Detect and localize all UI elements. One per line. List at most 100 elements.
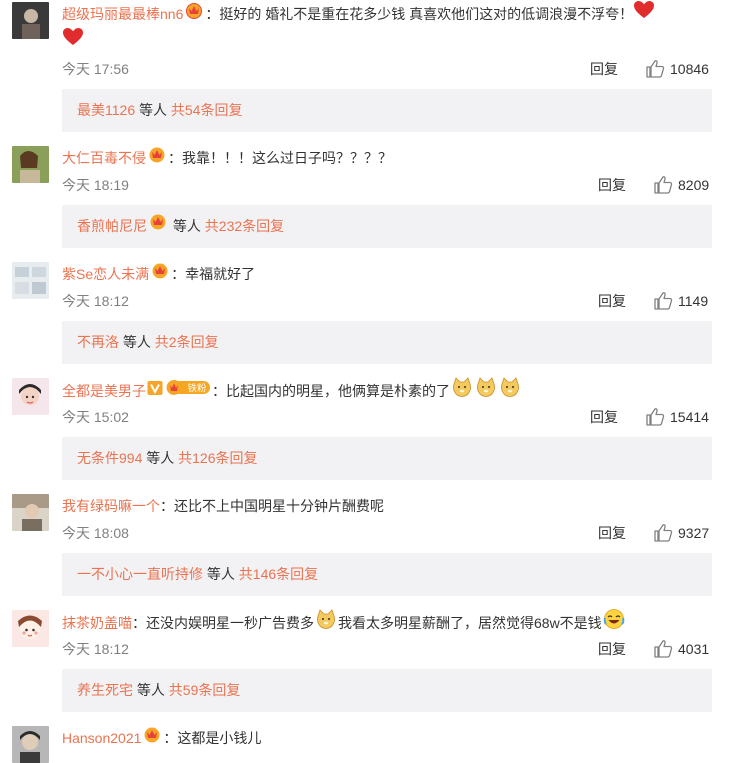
like-count: 15414 (670, 409, 709, 425)
separator: ： (132, 615, 146, 632)
doge-emoji-icon (451, 376, 473, 405)
sub-reply-total[interactable]: 共54条回复 (171, 102, 243, 118)
comment-meta: 今天 15:02 回复 15414 (62, 407, 712, 427)
sub-replies-bar[interactable]: 最美1126 等人 共54条回复 (62, 89, 712, 132)
comment-time: 今天 18:12 (62, 641, 129, 657)
heart-icon (633, 0, 655, 27)
sub-reply-total[interactable]: 共59条回复 (169, 682, 241, 698)
svg-text:铁粉: 铁粉 (187, 383, 207, 395)
thumbs-up-icon[interactable] (645, 59, 665, 79)
reply-button[interactable]: 回复 (598, 639, 626, 659)
comment-time: 今天 18:12 (62, 293, 129, 309)
comment-body: 挺好的 婚礼不是重在花多少钱 真喜欢他们这对的低调浪漫不浮夸！ (219, 6, 634, 23)
sub-reply-total[interactable]: 共126条回复 (178, 450, 257, 466)
vip-crown-icon (184, 1, 204, 26)
comment-meta: 今天 18:12 回复 4031 (62, 639, 712, 659)
comment-text-line: 全都是美男子 铁粉 ：比起国内的明星，他俩算是朴素的了 (62, 376, 702, 407)
thumbs-up-icon[interactable] (653, 291, 673, 311)
sub-reply-mid: 等人 (133, 682, 169, 698)
sub-reply-mid: 等人 (135, 102, 171, 118)
comment-meta: 今天 17:56 回复 10846 (62, 59, 712, 79)
vip-crown-icon (147, 145, 167, 170)
sub-reply-user[interactable]: 无条件994 (77, 450, 142, 466)
sub-reply-total[interactable]: 共2条回复 (155, 334, 219, 350)
comment-meta: 今天 18:19 回复 8209 (62, 175, 712, 195)
comment-body: 还没内娱明星一秒广告费多 (146, 615, 314, 632)
doge-emoji-icon (315, 608, 337, 637)
sub-reply-user[interactable]: 养生死宅 (77, 682, 133, 698)
comment-meta: 今天 18:08 回复 9327 (62, 523, 712, 543)
sub-reply-mid: 等人 (203, 566, 239, 582)
heart-icon (62, 27, 84, 54)
comment-username[interactable]: Hanson2021 (62, 730, 141, 746)
laugh-cry-emoji-icon (603, 608, 625, 637)
thumbs-up-icon[interactable] (653, 175, 673, 195)
avatar[interactable] (12, 494, 49, 531)
vip-crown-icon (148, 204, 168, 247)
sub-reply-user[interactable]: 一不小心一直听持修 (77, 566, 203, 582)
comment-text-line: 紫Se恋人未满 ：幸福就好了 (62, 262, 702, 288)
like-count: 10846 (670, 61, 709, 77)
sub-reply-total[interactable]: 共146条回复 (239, 566, 318, 582)
separator: ： (205, 6, 220, 23)
vip-crown-icon (142, 725, 162, 750)
comment-time: 今天 15:02 (62, 409, 129, 425)
comment-feed: 超级玛丽最最棒nn6 ：挺好的 婚礼不是重在花多少钱 真喜欢他们这对的低调浪漫不浮… (0, 0, 749, 763)
comment-text-line: Hanson2021 ：这都是小钱儿 (62, 726, 702, 752)
comment-username[interactable]: 我有绿码嘛一个 (62, 498, 160, 514)
comment-text-line: 大仁百毒不侵 ：我靠！！！这么过日子吗？？？？ (62, 146, 702, 172)
sub-reply-mid: 等人 (169, 218, 205, 234)
sub-replies-bar[interactable]: 香煎帕尼尼 等人 共232条回复 (62, 205, 712, 248)
avatar[interactable] (12, 610, 49, 647)
separator: ： (160, 498, 174, 514)
sub-reply-mid: 等人 (142, 450, 179, 466)
comment-username[interactable]: 紫Se恋人未满 (62, 266, 149, 282)
reply-button[interactable]: 回复 (598, 523, 626, 543)
sub-replies-bar[interactable]: 一不小心一直听持修 等人 共146条回复 (62, 553, 712, 596)
comment-username[interactable]: 大仁百毒不侵 (62, 150, 146, 166)
thumbs-up-icon[interactable] (645, 407, 665, 427)
comment-text-line: 超级玛丽最最棒nn6 ：挺好的 婚礼不是重在花多少钱 真喜欢他们这对的低调浪漫不浮… (62, 0, 702, 56)
avatar[interactable] (12, 262, 49, 299)
reply-button[interactable]: 回复 (598, 291, 626, 311)
like-count: 8209 (678, 177, 710, 193)
comment-time: 今天 18:19 (62, 177, 129, 193)
sub-reply-mid: 等人 (119, 334, 155, 350)
avatar[interactable] (12, 2, 49, 39)
comment-username[interactable]: 超级玛丽最最棒nn6 (62, 6, 183, 22)
doge-emoji-icon (499, 376, 521, 405)
reply-button[interactable]: 回复 (590, 407, 618, 427)
sub-reply-user[interactable]: 不再洛 (77, 334, 119, 350)
thumbs-up-icon[interactable] (653, 639, 673, 659)
comment-time: 今天 18:08 (62, 525, 129, 541)
thumbs-up-icon[interactable] (653, 523, 673, 543)
comment-body: 还比不上中国明星十分钟片酬费呢 (174, 498, 384, 514)
sub-replies-bar[interactable]: 养生死宅 等人 共59条回复 (62, 669, 712, 712)
comment-text-line: 抹茶奶盖喵：还没内娱明星一秒广告费多 我看太多明星薪酬了，居然觉得68w不是钱 (62, 608, 702, 639)
separator: ： (212, 383, 226, 400)
sub-replies-bar[interactable]: 无条件994 等人 共126条回复 (62, 437, 712, 480)
comment-username[interactable]: 全都是美男子 (62, 383, 146, 399)
sub-reply-user[interactable]: 最美1126 (77, 102, 135, 118)
sub-replies-bar[interactable]: 不再洛 等人 共2条回复 (62, 321, 712, 364)
reply-button[interactable]: 回复 (598, 175, 626, 195)
comment-body: 这都是小钱儿 (177, 730, 262, 746)
comment-text-line: 我有绿码嘛一个：还比不上中国明星十分钟片酬费呢 (62, 494, 702, 518)
fan-badge: 铁粉 (165, 378, 211, 403)
comment-time: 今天 17:56 (62, 61, 129, 77)
like-count: 9327 (678, 525, 710, 541)
reply-button[interactable]: 回复 (590, 59, 618, 79)
comment-meta: 今天 18:12 回复 1149 (62, 291, 712, 311)
comment-username[interactable]: 抹茶奶盖喵 (62, 615, 132, 631)
sub-reply-total[interactable]: 共232条回复 (205, 218, 284, 234)
like-count: 4031 (678, 641, 710, 657)
avatar[interactable] (12, 146, 49, 183)
avatar[interactable] (12, 726, 49, 763)
verified-v-icon (147, 379, 163, 403)
separator: ： (171, 266, 186, 282)
comment-body: 幸福就好了 (185, 266, 256, 282)
avatar[interactable] (12, 378, 49, 415)
doge-emoji-icon (475, 376, 497, 405)
sub-reply-user[interactable]: 香煎帕尼尼 (77, 218, 147, 234)
comment-body-2: 我看太多明星薪酬了，居然觉得68w不是钱 (338, 615, 602, 632)
